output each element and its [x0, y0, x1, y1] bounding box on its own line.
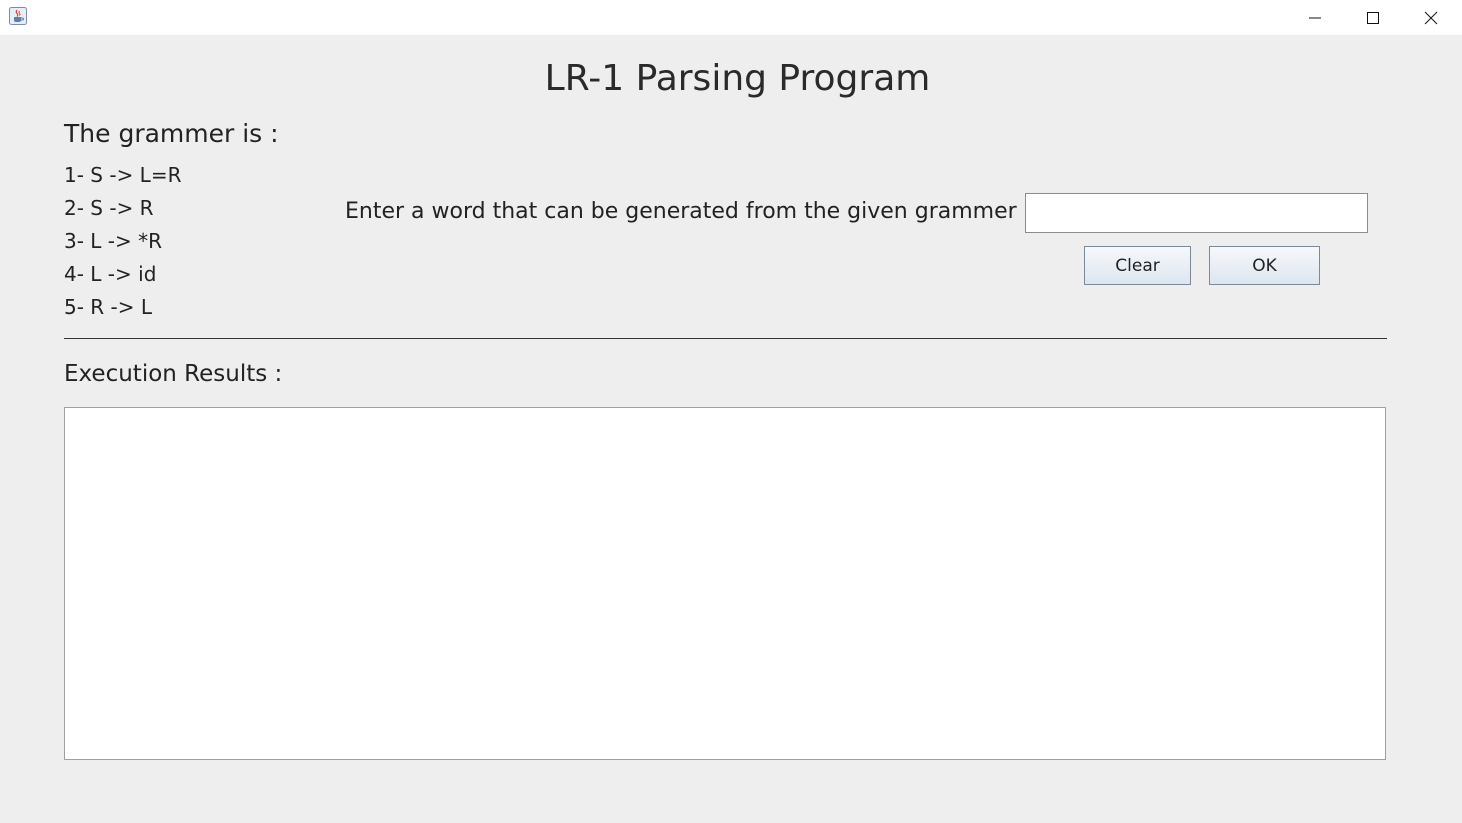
grammar-rule: 1- S -> L=R	[64, 163, 182, 187]
java-cup-icon	[9, 7, 27, 25]
grammar-rule: 4- L -> id	[64, 262, 157, 286]
ok-button[interactable]: OK	[1209, 246, 1320, 285]
close-icon	[1424, 11, 1438, 24]
window-titlebar	[0, 0, 1462, 35]
results-textarea[interactable]	[64, 407, 1386, 760]
grammar-rule: 3- L -> *R	[64, 229, 163, 253]
grammar-rules-list: 1- S -> L=R 2- S -> R 3- L -> *R 4- L ->…	[64, 162, 181, 327]
clear-button[interactable]: Clear	[1084, 246, 1191, 285]
separator	[64, 338, 1387, 339]
page-title: LR-1 Parsing Program	[544, 58, 931, 99]
grammar-rule: 5- R -> L	[64, 295, 153, 319]
results-heading: Execution Results :	[64, 361, 283, 387]
minimize-button[interactable]	[1286, 0, 1344, 35]
maximize-button[interactable]	[1344, 0, 1402, 35]
close-button[interactable]	[1402, 0, 1460, 35]
word-input-label: Enter a word that can be generated from …	[345, 199, 1032, 224]
minimize-icon	[1309, 17, 1321, 18]
window-content: LR-1 Parsing Program The grammer is : 1-…	[0, 35, 1462, 823]
grammar-heading: The grammer is :	[64, 119, 279, 148]
word-input[interactable]	[1025, 193, 1368, 233]
maximize-icon	[1367, 11, 1379, 24]
grammar-rule: 2- S -> R	[64, 196, 154, 220]
